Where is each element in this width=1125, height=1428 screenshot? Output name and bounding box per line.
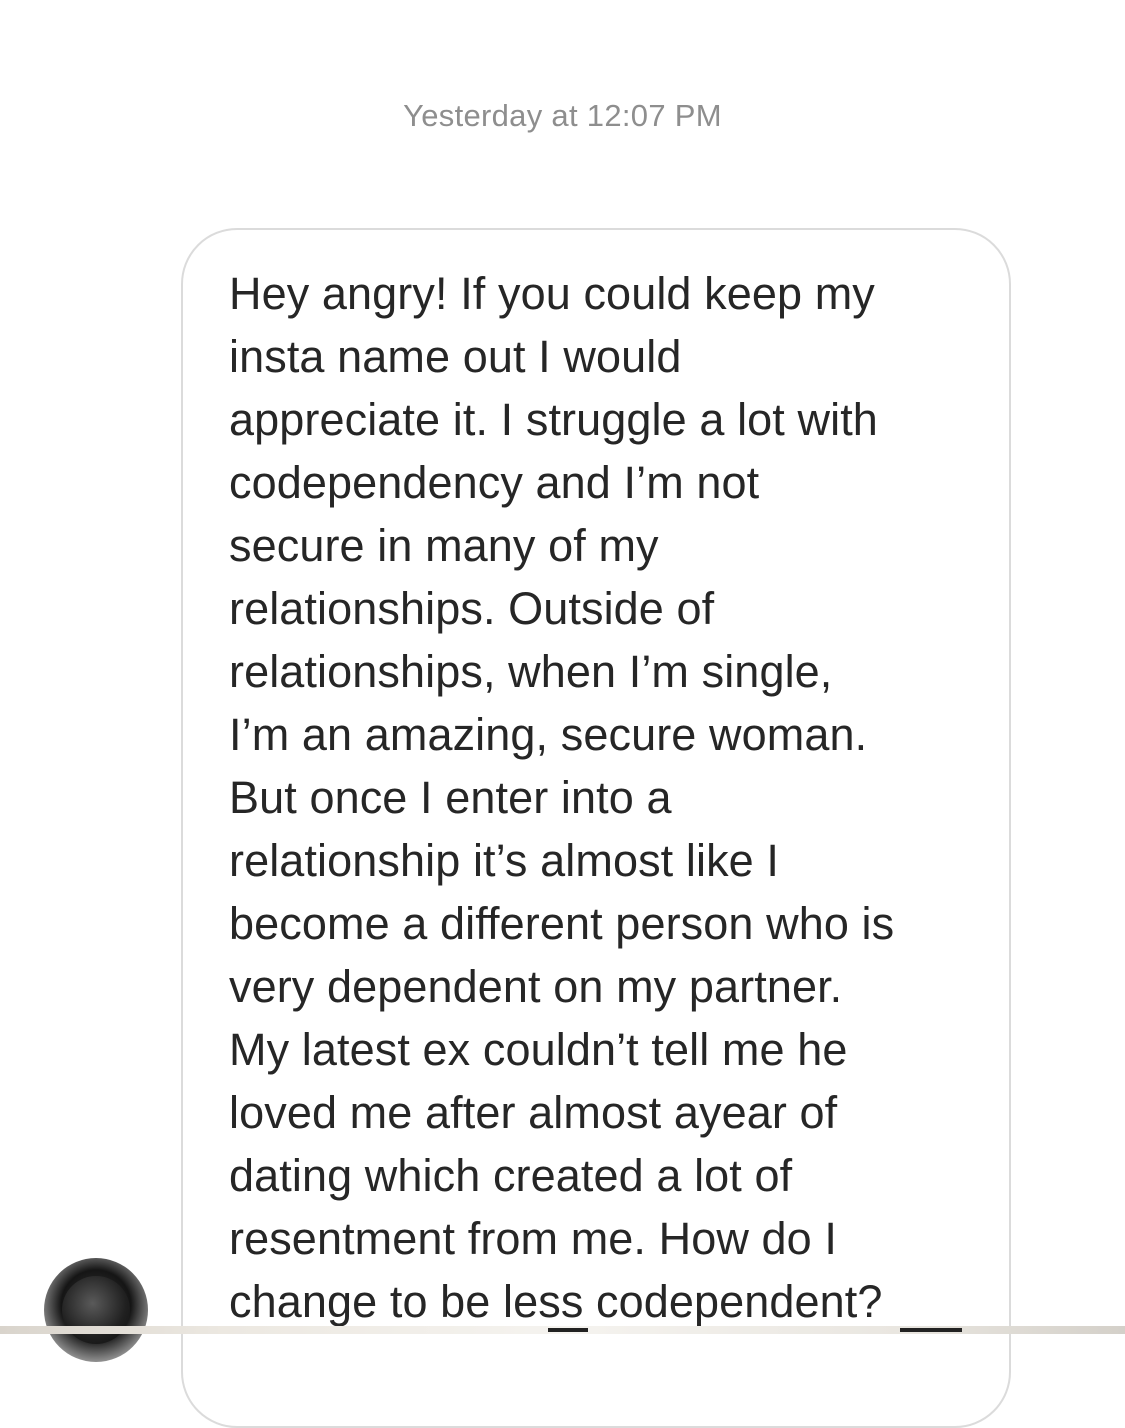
message-line: secure in many of my (229, 520, 659, 571)
message-line: become a different person who is (229, 898, 895, 949)
message-line: relationship it’s almost like I (229, 835, 779, 886)
message-line: relationships. Outside of (229, 583, 715, 634)
message-line: codependency and I’m not (229, 457, 760, 508)
message-text: Hey angry! If you could keep my insta na… (229, 262, 989, 1333)
message-line: But once I enter into a (229, 772, 672, 823)
message-line: My latest ex couldn’t tell me he (229, 1024, 848, 1075)
message-line: Hey angry! If you could keep my (229, 268, 875, 319)
message-line: dating which created a lot of (229, 1150, 793, 1201)
bottom-edge-strip (0, 1326, 1125, 1334)
divider (548, 1328, 588, 1332)
message-line: very dependent on my partner. (229, 961, 843, 1012)
message-line: loved me after almost ayear of (229, 1087, 838, 1138)
sender-avatar[interactable] (44, 1258, 148, 1362)
message-timestamp: Yesterday at 12:07 PM (403, 98, 722, 133)
message-line: relationships, when I’m single, (229, 646, 833, 697)
message-line: resentment from me. How do I (229, 1213, 838, 1264)
message-line: I’m an amazing, secure woman. (229, 709, 868, 760)
divider (900, 1328, 962, 1332)
message-line: change to be less codependent? (229, 1276, 883, 1327)
message-line: insta name out I would (229, 331, 682, 382)
message-line: appreciate it. I struggle a lot with (229, 394, 878, 445)
